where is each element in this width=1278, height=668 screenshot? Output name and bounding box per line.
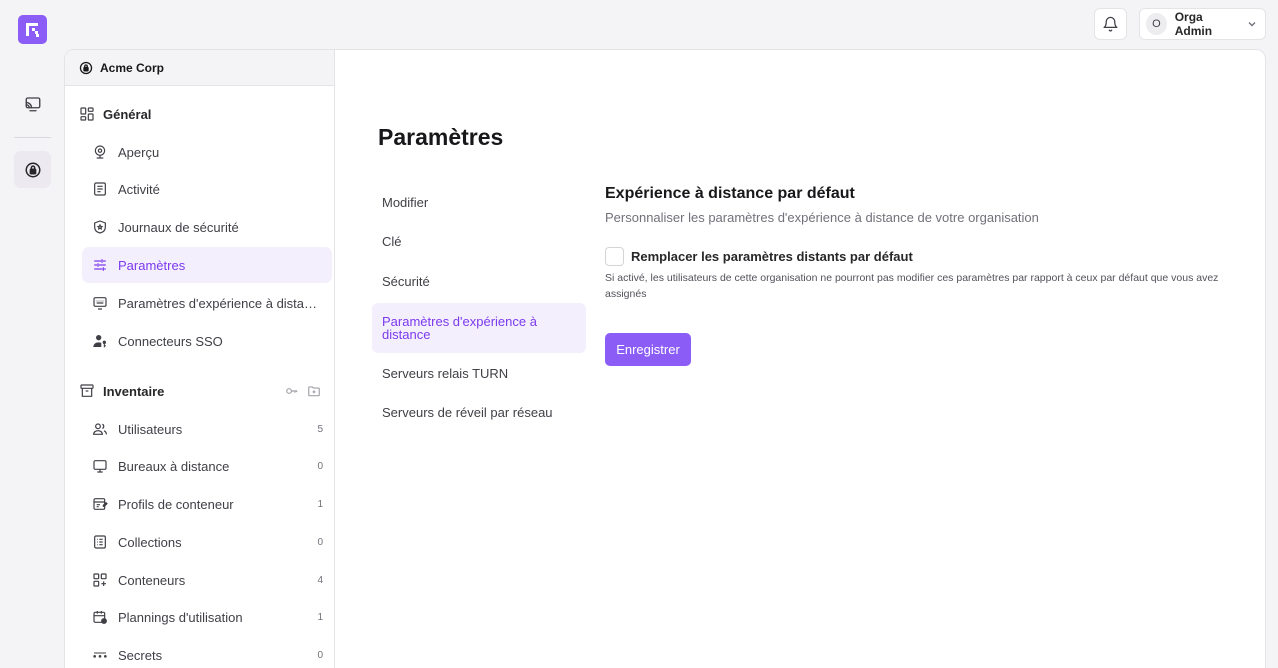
sidebar-item-label: Activité	[118, 181, 160, 197]
sidebar-item-label: Paramètres d'expérience à distance	[118, 295, 323, 311]
item-count: 0	[317, 649, 323, 661]
subnav-modifier[interactable]: Modifier	[372, 187, 586, 217]
sidebar-item-label: Aperçu	[118, 144, 160, 160]
users-icon	[92, 421, 108, 437]
grid-plus-icon	[92, 572, 108, 588]
override-help-text: Si activé, les utilisateurs de cette org…	[605, 272, 1219, 300]
cast-screen-icon	[24, 95, 42, 113]
avatar: O	[1146, 13, 1167, 35]
sidebar-item-label: Plannings d'utilisation	[118, 609, 243, 625]
sidebar-item-parametres[interactable]: Paramètres	[82, 247, 332, 283]
item-count: 5	[317, 423, 323, 435]
remote-screen-icon	[92, 295, 108, 311]
save-button[interactable]: Enregistrer	[605, 333, 691, 366]
camera-badge-icon	[92, 144, 108, 160]
sliders-icon	[92, 257, 108, 273]
key-icon[interactable]	[285, 384, 299, 398]
settings-content: Paramètres Modifier Clé Sécurité Paramèt…	[335, 50, 1265, 668]
override-checkbox-label[interactable]: Remplacer les paramètres distants par dé…	[631, 249, 913, 264]
bell-icon	[1102, 16, 1119, 33]
user-name: Orga Admin	[1174, 10, 1213, 38]
user-key-icon	[92, 333, 108, 349]
user-menu-button[interactable]: O Orga Admin	[1139, 8, 1266, 40]
sidebar-item-label: Paramètres	[118, 257, 186, 273]
section-inventory: Inventaire	[79, 380, 321, 402]
app-rail	[0, 0, 64, 668]
remote-desktop-nav-button[interactable]	[14, 85, 51, 122]
dashboard-grid-icon	[79, 106, 95, 122]
organization-nav-button[interactable]	[14, 151, 51, 188]
subnav-wake-on-lan[interactable]: Serveurs de réveil par réseau	[372, 397, 586, 427]
calendar-icon	[92, 609, 108, 625]
sidebar-item-utilisateurs[interactable]: Utilisateurs 5	[82, 411, 332, 447]
subnav-cle[interactable]: Clé	[372, 226, 586, 256]
section-general: Général	[79, 103, 321, 125]
archive-box-icon	[79, 383, 95, 399]
override-option-row: Remplacer les paramètres distants par dé…	[605, 247, 1225, 266]
main-frame: Acme Corp Général Aperçu Activité Journa…	[64, 49, 1266, 668]
container-profile-icon	[92, 496, 108, 512]
sidebar-item-label: Utilisateurs	[118, 421, 183, 437]
subnav-securite[interactable]: Sécurité	[372, 266, 586, 296]
sidebar-item-apercu[interactable]: Aperçu	[82, 134, 332, 170]
sidebar-item-label: Journaux de sécurité	[118, 219, 239, 235]
sidebar-item-label: Secrets	[118, 647, 163, 663]
section-label: Inventaire	[103, 383, 165, 399]
org-name: Acme Corp	[100, 60, 165, 75]
sidebar-item-bureaux[interactable]: Bureaux à distance 0	[82, 448, 332, 484]
chevron-down-icon	[1247, 19, 1257, 29]
sidebar-item-label: Bureaux à distance	[118, 458, 230, 474]
remote-experience-panel: Expérience à distance par défaut Personn…	[605, 185, 1225, 366]
item-count: 4	[317, 574, 323, 586]
rail-divider	[14, 137, 51, 138]
dots-icon	[92, 647, 108, 663]
notifications-button[interactable]	[1094, 8, 1127, 40]
sidebar-item-plannings[interactable]: Plannings d'utilisation 1	[82, 599, 332, 635]
item-count: 1	[317, 498, 323, 510]
section-tools	[285, 384, 321, 398]
sidebar-item-journaux[interactable]: Journaux de sécurité	[82, 209, 332, 245]
document-list-icon	[92, 181, 108, 197]
item-count: 0	[317, 460, 323, 472]
sidebar-item-label: Conteneurs	[118, 572, 186, 588]
subnav-turn[interactable]: Serveurs relais TURN	[372, 358, 586, 388]
sidebar-item-label: Collections	[118, 534, 182, 550]
page-title: Paramètres	[378, 124, 504, 150]
sidebar-item-conteneurs[interactable]: Conteneurs 4	[82, 562, 332, 598]
app-logo[interactable]	[18, 15, 47, 44]
folder-plus-icon[interactable]	[307, 384, 321, 398]
sidebar-item-profils[interactable]: Profils de conteneur 1	[82, 486, 332, 522]
subnav-experience-distance[interactable]: Paramètres d'expérience à distance	[372, 303, 586, 353]
collection-icon	[92, 534, 108, 550]
org-sidebar: Acme Corp Général Aperçu Activité Journa…	[65, 50, 335, 668]
shield-icon	[92, 219, 108, 235]
org-lock-icon	[79, 61, 93, 75]
item-count: 0	[317, 536, 323, 548]
org-header[interactable]: Acme Corp	[65, 50, 334, 86]
section-label: Général	[103, 106, 152, 122]
org-lock-icon	[24, 161, 42, 179]
monitor-icon	[92, 458, 108, 474]
sidebar-item-activite[interactable]: Activité	[82, 171, 332, 207]
override-checkbox[interactable]	[605, 247, 624, 266]
sidebar-item-label: Connecteurs SSO	[118, 333, 223, 349]
sidebar-item-label: Profils de conteneur	[118, 496, 234, 512]
panel-description: Personnaliser les paramètres d'expérienc…	[605, 210, 1039, 225]
item-count: 1	[317, 611, 323, 623]
sidebar-item-collections[interactable]: Collections 0	[82, 524, 332, 560]
sidebar-item-experience-distance[interactable]: Paramètres d'expérience à distance	[82, 285, 332, 321]
panel-title: Expérience à distance par défaut	[605, 185, 855, 202]
sidebar-item-secrets[interactable]: Secrets 0	[82, 637, 332, 668]
sidebar-item-sso[interactable]: Connecteurs SSO	[82, 323, 332, 359]
